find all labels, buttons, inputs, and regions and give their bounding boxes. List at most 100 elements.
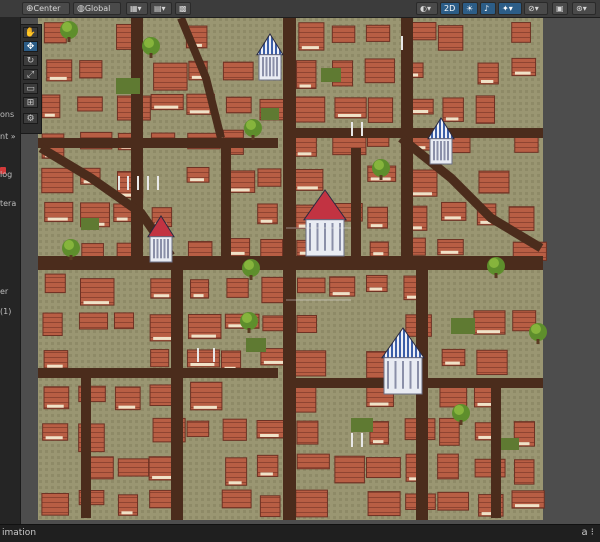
house-roof — [294, 96, 326, 123]
temple-column — [409, 361, 412, 389]
temple-column — [402, 361, 404, 389]
house-wall — [154, 105, 179, 109]
pivot-icon: ⊕ — [26, 4, 34, 14]
house-wall — [299, 84, 311, 88]
road-segment — [38, 138, 278, 148]
custom-tool-icon: ⚙ — [26, 114, 35, 124]
house-wall — [228, 481, 242, 485]
temple-column — [433, 141, 435, 161]
house-wall — [45, 436, 63, 440]
status-right-icons[interactable]: a ⁝ — [582, 527, 595, 538]
house-roof — [367, 97, 394, 123]
scale-tool-button[interactable]: ⤢ — [23, 69, 38, 80]
house-roof — [42, 312, 63, 337]
tree-highlight — [374, 160, 384, 170]
increment-snap-button[interactable]: ▩ — [175, 2, 191, 15]
gizmos-dropdown[interactable]: ⊛▾ — [572, 2, 596, 15]
pivot-dropdown[interactable]: ⊕Center — [22, 2, 70, 15]
temple-column — [269, 57, 271, 77]
house-roof — [296, 420, 319, 445]
house-roof — [222, 61, 254, 81]
house-roof — [221, 489, 252, 509]
tree-trunk — [536, 339, 540, 344]
effects-dropdown[interactable]: ✦▾ — [498, 2, 522, 15]
status-bar: imation a ⁝ — [0, 524, 600, 542]
temple-column — [163, 239, 166, 259]
house-wall — [480, 79, 494, 83]
house-roof — [295, 489, 328, 518]
grid-snap-button[interactable]: ▦▾ — [126, 2, 148, 15]
road-segment — [221, 148, 231, 258]
house-roof — [292, 384, 317, 413]
hand-tool-icon: ✋ — [24, 28, 37, 38]
town-map — [38, 18, 547, 520]
temple-column — [316, 223, 319, 251]
house-wall — [445, 117, 459, 121]
tools-palette: ✋ ✥ ↻ ⤢ ▭ ⊞ ⚙ — [20, 24, 42, 134]
panel-fragment-6: (1) — [0, 307, 12, 316]
transform-tool-button[interactable]: ⊞ — [23, 97, 38, 108]
road-segment — [416, 270, 428, 520]
rect-tool-button[interactable]: ▭ — [23, 83, 38, 94]
house-roof — [77, 96, 103, 112]
hidden-objects-button[interactable]: ⊘▾ — [524, 2, 548, 15]
panel-fragment-5: er — [0, 287, 9, 296]
house-roof — [296, 277, 326, 294]
house-roof — [437, 491, 470, 511]
handle-dropdown[interactable]: ◍Global — [73, 2, 121, 15]
house-wall — [47, 404, 64, 408]
house-roof — [222, 418, 247, 441]
rotate-tool-button[interactable]: ↻ — [23, 55, 38, 66]
lamp-post — [351, 122, 353, 136]
house-wall — [260, 472, 273, 476]
status-text: imation — [2, 528, 37, 538]
panel-fragment-2: nt » — [0, 132, 16, 141]
shading-mode-button[interactable]: ◐▾ — [416, 2, 438, 15]
temple-column — [153, 239, 155, 259]
house-roof — [261, 276, 286, 304]
house-roof — [226, 278, 249, 298]
house-roof — [225, 457, 248, 486]
hand-tool-button[interactable]: ✋ — [23, 27, 38, 38]
panel-fragment-3: log — [0, 170, 13, 179]
audio-icon: ♪ — [484, 4, 490, 13]
visibility-icon: ⊘▾ — [528, 4, 539, 13]
camera-settings-button[interactable]: ▣ — [552, 2, 568, 15]
scene-viewport[interactable] — [21, 18, 600, 524]
road-segment — [171, 270, 183, 520]
gizmos-icon: ⊛▾ — [576, 4, 587, 13]
road-segment — [81, 378, 91, 518]
temple-column — [167, 239, 169, 259]
lamp-post — [213, 348, 215, 362]
left-dock-panel: ons nt » log tera er (1) — [0, 17, 21, 524]
lamp-post — [147, 176, 149, 190]
house-wall — [373, 252, 384, 256]
rect-tool-icon: ▭ — [26, 84, 35, 94]
house-roof — [149, 384, 176, 407]
house-wall — [193, 294, 204, 298]
grid-visibility-button[interactable]: ▤▾ — [150, 2, 172, 15]
2d-mode-toggle[interactable]: 2D — [440, 2, 460, 15]
temple-column — [265, 57, 268, 77]
lighting-toggle[interactable]: ☀ — [462, 2, 478, 15]
move-tool-button[interactable]: ✥ — [23, 41, 38, 52]
house-wall — [191, 334, 216, 338]
scene-toolbar: ⊕Center ◍Global ▦▾ ▤▾ ▩ ◐▾ 2D ☀ ♪ ✦▾ ⊘▾ … — [0, 0, 600, 18]
custom-tool-button[interactable]: ⚙ — [23, 113, 38, 124]
temple-column — [156, 239, 159, 259]
tree-trunk — [249, 275, 253, 280]
house-wall — [369, 287, 383, 291]
effects-icon: ✦▾ — [502, 4, 513, 13]
road-segment — [296, 128, 543, 138]
lamp-post — [197, 348, 199, 362]
audio-toggle[interactable]: ♪ — [480, 2, 496, 15]
grid-snap-icon: ▦▾ — [130, 4, 142, 13]
house-wall — [476, 330, 501, 334]
house-roof — [44, 273, 66, 294]
house-roof — [41, 167, 74, 194]
tree-trunk — [149, 53, 153, 58]
lamp-post — [361, 433, 363, 447]
lamp-post — [127, 176, 129, 190]
snap-icon: ▩ — [179, 4, 187, 13]
house-roof — [296, 60, 317, 90]
